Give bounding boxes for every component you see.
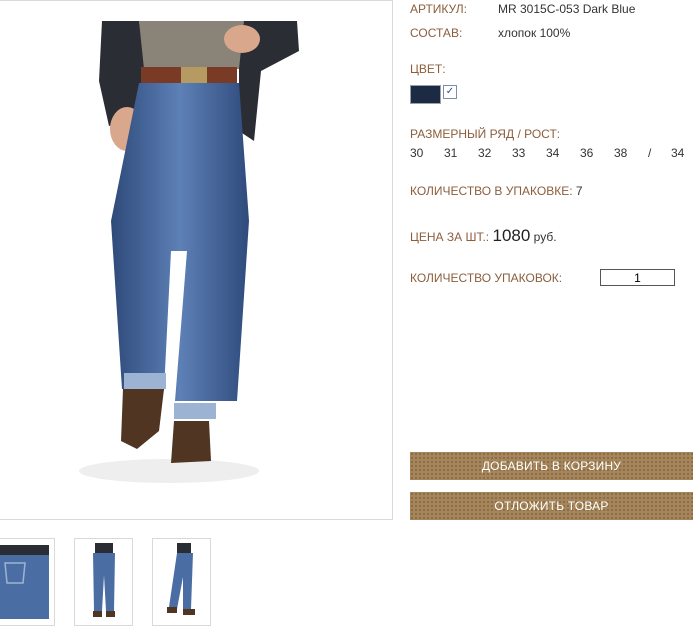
- thumbnail-back-pocket[interactable]: [0, 538, 55, 626]
- size-item: 31: [444, 146, 458, 160]
- price-value: 1080: [492, 226, 531, 245]
- thumbnail-front[interactable]: [74, 538, 133, 626]
- color-checkbox[interactable]: ✓: [443, 85, 457, 99]
- composition-row: СОСТАВ:: [410, 26, 462, 40]
- size-item: 32: [478, 146, 492, 160]
- pack-quantity-row: КОЛИЧЕСТВО В УПАКОВКЕ: 7: [410, 184, 583, 198]
- thumbnail-side[interactable]: [152, 538, 211, 626]
- sizes-list: 30 31 32 33 34 36 38 / 34: [410, 146, 693, 162]
- article-value: MR 3015C-053 Dark Blue: [498, 2, 636, 16]
- pack-quantity-label: КОЛИЧЕСТВО В УПАКОВКЕ:: [410, 184, 573, 198]
- price-label: ЦЕНА ЗА ШТ.:: [410, 230, 490, 244]
- color-swatch-dark-blue[interactable]: [410, 85, 441, 104]
- size-item: 34: [546, 146, 560, 160]
- thumbnail-image: [167, 543, 195, 615]
- article-row: АРТИКУЛ:: [410, 2, 467, 16]
- packs-quantity-input[interactable]: [600, 269, 675, 286]
- main-product-image: [0, 0, 393, 520]
- size-item: 36: [580, 146, 594, 160]
- composition-label: СОСТАВ:: [410, 26, 463, 40]
- article-label: АРТИКУЛ:: [410, 2, 467, 16]
- thumbnail-image: [93, 543, 115, 617]
- size-separator: /: [648, 146, 652, 160]
- size-item: 38: [614, 146, 628, 160]
- price-row: ЦЕНА ЗА ШТ.: 1080 руб.: [410, 226, 557, 246]
- add-to-cart-button[interactable]: ДОБАВИТЬ В КОРЗИНУ: [410, 452, 693, 480]
- thumbnail-image: [0, 545, 49, 619]
- height-item: 34: [671, 146, 685, 160]
- sizes-label: РАЗМЕРНЫЙ РЯД / РОСТ:: [410, 127, 561, 141]
- color-label: ЦВЕТ:: [410, 62, 446, 76]
- packs-label: КОЛИЧЕСТВО УПАКОВОК:: [410, 271, 563, 285]
- price-currency: руб.: [533, 230, 557, 244]
- pack-quantity-value: 7: [575, 184, 583, 198]
- composition-value: хлопок 100%: [498, 26, 571, 40]
- jeans-model-illustration: [79, 21, 299, 483]
- save-item-button[interactable]: ОТЛОЖИТЬ ТОВАР: [410, 492, 693, 520]
- size-item: 30: [410, 146, 424, 160]
- size-item: 33: [512, 146, 526, 160]
